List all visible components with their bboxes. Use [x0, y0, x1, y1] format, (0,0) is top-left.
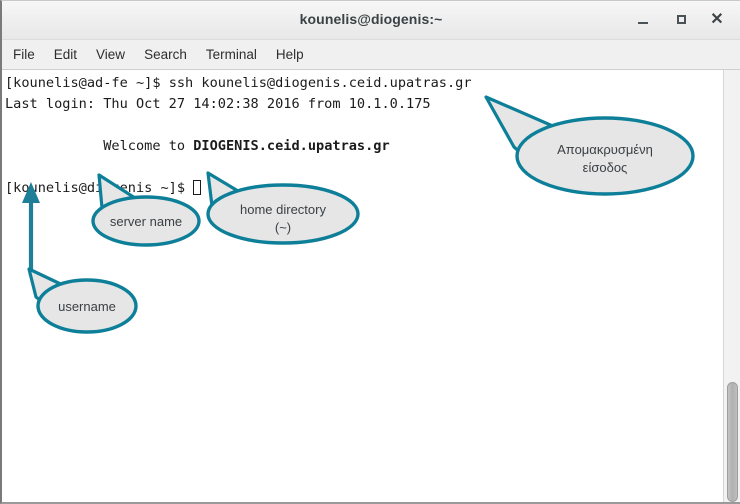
terminal-output-area[interactable]: [kounelis@ad-fe ~]$ ssh kounelis@diogeni… [2, 70, 740, 502]
menu-item-search[interactable]: Search [144, 45, 198, 64]
welcome-text: Welcome to [103, 138, 194, 154]
scrollbar-thumb[interactable] [727, 382, 738, 502]
close-icon: ✕ [710, 11, 724, 28]
menu-item-edit[interactable]: Edit [54, 45, 88, 64]
shell-prompt-line-1: [kounelis@ad-fe ~]$ [5, 75, 169, 91]
maximize-button[interactable] [670, 10, 692, 30]
last-login-line: Last login: Thu Oct 27 14:02:38 2016 fro… [5, 96, 431, 112]
window-title: kounelis@diogenis:~ [299, 11, 443, 27]
menu-item-view[interactable]: View [96, 45, 136, 64]
title-bar: kounelis@diogenis:~ ✕ [2, 1, 740, 40]
vertical-scrollbar[interactable] [723, 70, 740, 502]
terminal-text: [kounelis@ad-fe ~]$ ssh kounelis@diogeni… [5, 73, 472, 199]
terminal-cursor [193, 180, 202, 195]
close-button[interactable]: ✕ [706, 10, 728, 30]
minimize-button[interactable] [632, 10, 654, 30]
menu-item-terminal[interactable]: Terminal [206, 45, 268, 64]
welcome-indent [5, 138, 103, 154]
menu-bar: File Edit View Search Terminal Help [2, 40, 740, 70]
menu-item-help[interactable]: Help [276, 45, 315, 64]
minimize-icon [638, 22, 648, 24]
maximize-icon [676, 15, 686, 24]
ssh-command: ssh kounelis@diogenis.ceid.upatras.gr [168, 75, 472, 91]
terminal-window: kounelis@diogenis:~ ✕ File Edit View Sea… [0, 0, 740, 504]
shell-prompt-line-2: [kounelis@diogenis ~]$ [5, 180, 194, 196]
welcome-hostname: DIOGENIS.ceid.upatras.gr [193, 138, 390, 154]
menu-item-file[interactable]: File [13, 45, 46, 64]
